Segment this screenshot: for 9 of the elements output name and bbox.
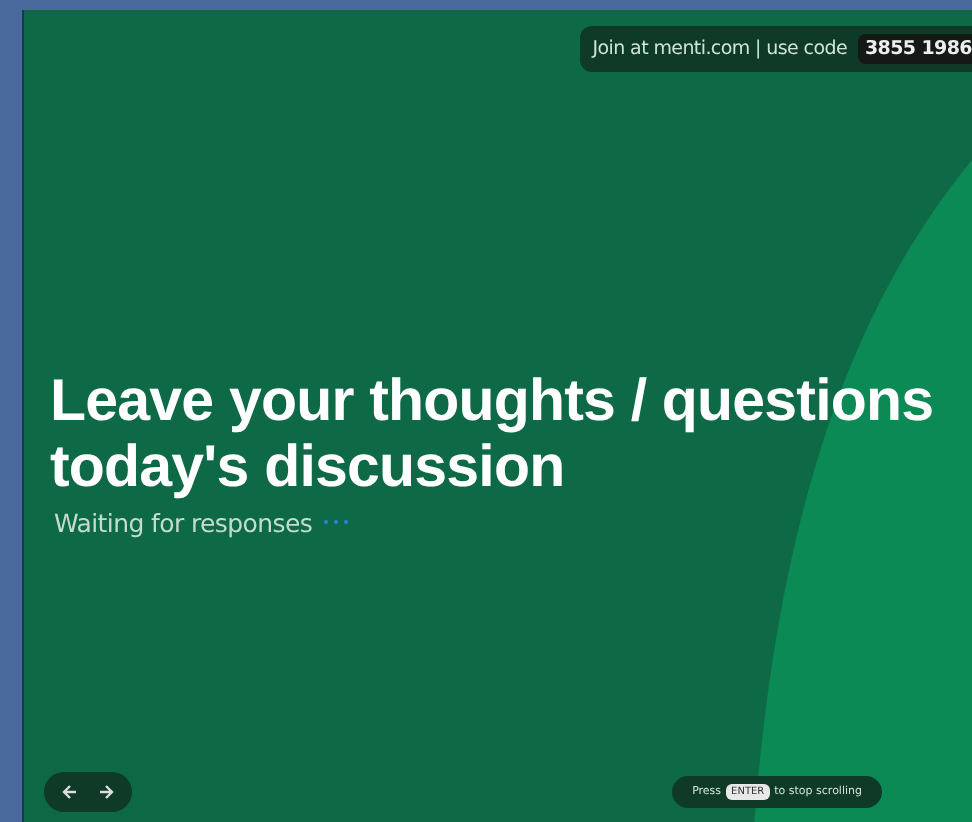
- status-text: Waiting for responses: [54, 507, 313, 537]
- question-title: Leave your thoughts / questions today's discussion: [50, 367, 936, 499]
- previous-button[interactable]: [60, 782, 80, 802]
- join-code: 3855 1986: [857, 34, 972, 64]
- join-text: Join at menti.com | use code: [592, 38, 847, 60]
- loading-dots-icon: [322, 518, 351, 526]
- arrow-left-icon: [60, 782, 80, 802]
- next-button[interactable]: [96, 782, 116, 802]
- arrow-right-icon: [96, 782, 116, 802]
